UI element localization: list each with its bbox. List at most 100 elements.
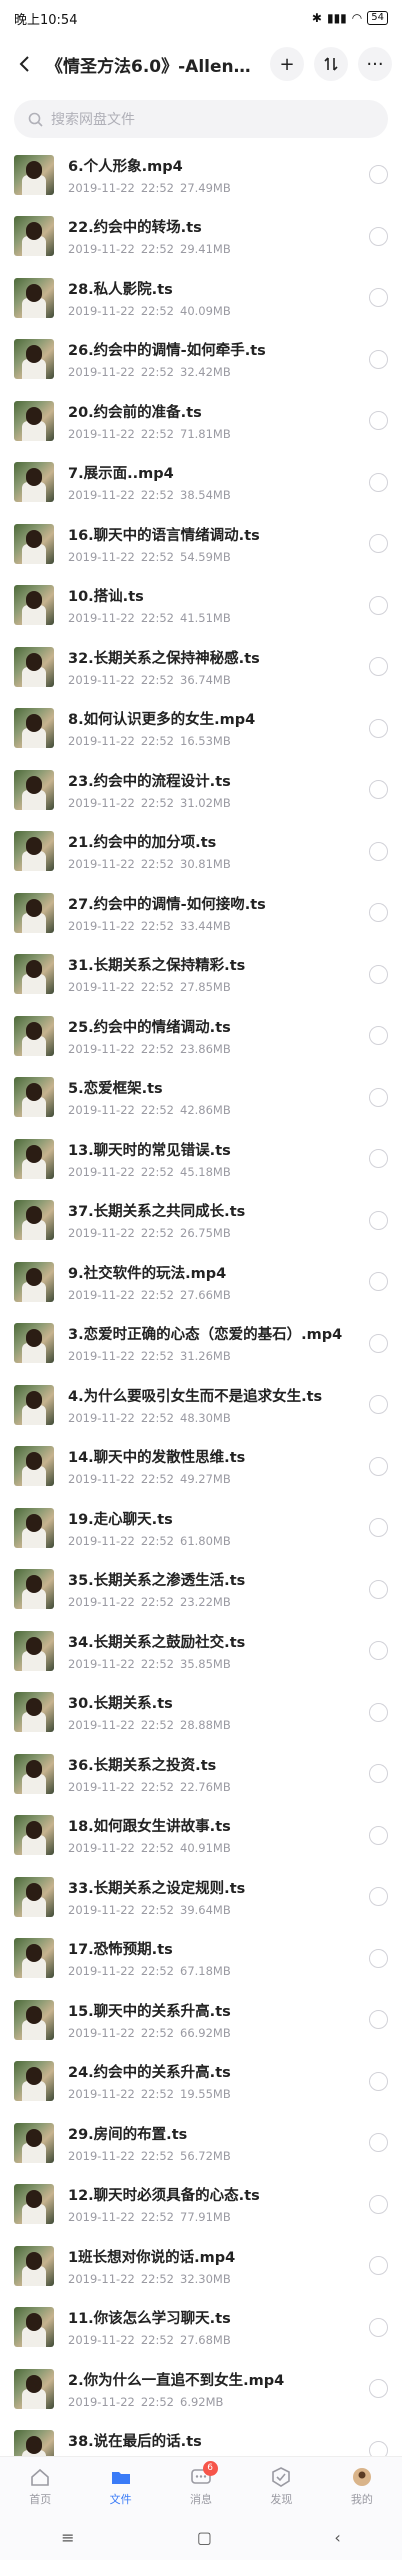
select-checkbox[interactable] [369, 1948, 388, 1968]
menu-nav-icon[interactable]: ≡ [61, 2528, 74, 2547]
select-checkbox[interactable] [369, 534, 388, 554]
select-checkbox[interactable] [369, 2317, 388, 2337]
select-checkbox[interactable] [369, 1149, 388, 1169]
select-checkbox[interactable] [369, 1887, 388, 1907]
tab-folder[interactable]: 文件 [80, 2457, 160, 2515]
file-row[interactable]: 21.约会中的加分项.ts 2019-11-22 22:52 30.81MB [0, 821, 402, 883]
file-row[interactable]: 22.约会中的转场.ts 2019-11-22 22:52 29.41MB [0, 206, 402, 268]
file-size: 27.68MB [180, 2333, 231, 2348]
file-name: 5.恋爱框架.ts [68, 1081, 163, 1098]
select-checkbox[interactable] [369, 1579, 388, 1599]
file-row[interactable]: 16.聊天中的语言情绪调动.ts 2019-11-22 22:52 54.59MB [0, 513, 402, 575]
file-row[interactable]: 18.如何跟女生讲故事.ts 2019-11-22 22:52 40.91MB [0, 1805, 402, 1867]
select-checkbox[interactable] [369, 2133, 388, 2153]
file-row[interactable]: 32.长期关系之保持神秘感.ts 2019-11-22 22:52 36.74MB [0, 636, 402, 698]
select-checkbox[interactable] [369, 1272, 388, 1292]
file-row[interactable]: 4.为什么要吸引女生而不是追求女生.ts 2019-11-22 22:52 48.30… [0, 1374, 402, 1436]
select-checkbox[interactable] [369, 1825, 388, 1845]
file-row[interactable]: 8.如何认识更多的女生.mp4 2019-11-22 22:52 16.53MB [0, 698, 402, 760]
file-row[interactable]: 28.私人影院.ts 2019-11-22 22:52 40.09MB [0, 267, 402, 329]
file-row[interactable]: 9.社交软件的玩法.mp4 2019-11-22 22:52 27.66MB [0, 1251, 402, 1313]
more-button[interactable]: ··· [358, 47, 392, 81]
file-row[interactable]: 1班长想对你说的话.mp4 2019-11-22 22:52 32.30MB [0, 2235, 402, 2297]
file-row[interactable]: 2.你为什么一直追不到女生.mp4 2019-11-22 22:52 6.92MB [0, 2358, 402, 2420]
file-size: 23.22MB [180, 1595, 231, 1610]
add-button[interactable]: + [270, 47, 304, 81]
file-row[interactable]: 12.聊天时必须具备的心态.ts 2019-11-22 22:52 77.91MB [0, 2174, 402, 2236]
select-checkbox[interactable] [369, 2010, 388, 2030]
file-row[interactable]: 25.约会中的情绪调动.ts 2019-11-22 22:52 23.86MB [0, 1005, 402, 1067]
file-row[interactable]: 37.长期关系之共同成长.ts 2019-11-22 22:52 26.75MB [0, 1190, 402, 1252]
file-row[interactable]: 17.恐怖预期.ts 2019-11-22 22:52 67.18MB [0, 1928, 402, 1990]
file-meta: 2019-11-22 22:52 23.22MB [68, 1595, 361, 1609]
file-row[interactable]: 19.走心聊天.ts 2019-11-22 22:52 61.80MB [0, 1497, 402, 1559]
back-button[interactable] [10, 49, 40, 79]
select-checkbox[interactable] [369, 1395, 388, 1415]
file-row[interactable]: 34.长期关系之鼓励社交.ts 2019-11-22 22:52 35.85MB [0, 1620, 402, 1682]
select-checkbox[interactable] [369, 1087, 388, 1107]
select-checkbox[interactable] [369, 1210, 388, 1230]
file-row[interactable]: 6.个人形象.mp4 2019-11-22 22:52 27.49MB [0, 144, 402, 206]
file-row[interactable]: 10.搭讪.ts 2019-11-22 22:52 41.51MB [0, 575, 402, 637]
select-checkbox[interactable] [369, 903, 388, 923]
tab-home[interactable]: 首页 [0, 2457, 80, 2515]
back-nav-icon[interactable]: ‹ [334, 2528, 340, 2547]
select-checkbox[interactable] [369, 226, 388, 246]
select-checkbox[interactable] [369, 595, 388, 615]
home-nav-icon[interactable]: ▢ [197, 2528, 212, 2547]
file-row[interactable]: 11.你该怎么学习聊天.ts 2019-11-22 22:52 27.68MB [0, 2297, 402, 2359]
video-thumbnail [14, 277, 54, 318]
file-row[interactable]: 27.约会中的调情-如何接吻.ts 2019-11-22 22:52 33.44MB [0, 882, 402, 944]
tab-message[interactable]: 消息 6 [161, 2457, 241, 2515]
select-checkbox[interactable] [369, 349, 388, 369]
file-info: 25.约会中的情绪调动.ts 2019-11-22 22:52 23.86MB [68, 1016, 361, 1056]
select-checkbox[interactable] [369, 165, 388, 185]
file-date: 2019-11-22 [68, 1533, 135, 1548]
select-checkbox[interactable] [369, 1333, 388, 1353]
plus-icon: + [279, 53, 295, 75]
file-row[interactable]: 33.长期关系之设定规则.ts 2019-11-22 22:52 39.64MB [0, 1866, 402, 1928]
file-row[interactable]: 30.长期关系.ts 2019-11-22 22:52 28.88MB [0, 1682, 402, 1744]
file-row[interactable]: 26.约会中的调情-如何牵手.ts 2019-11-22 22:52 32.42MB [0, 329, 402, 391]
select-checkbox[interactable] [369, 1026, 388, 1046]
select-checkbox[interactable] [369, 2379, 388, 2399]
select-checkbox[interactable] [369, 718, 388, 738]
file-date: 2019-11-22 [68, 1041, 135, 1056]
file-row[interactable]: 29.房间的布置.ts 2019-11-22 22:52 56.72MB [0, 2112, 402, 2174]
file-row[interactable]: 14.聊天中的发散性思维.ts 2019-11-22 22:52 49.27MB [0, 1436, 402, 1498]
file-row[interactable]: 5.恋爱框架.ts 2019-11-22 22:52 42.86MB [0, 1067, 402, 1129]
select-checkbox[interactable] [369, 2256, 388, 2276]
select-checkbox[interactable] [369, 2194, 388, 2214]
select-checkbox[interactable] [369, 841, 388, 861]
select-checkbox[interactable] [369, 2071, 388, 2091]
file-row[interactable]: 36.长期关系之投资.ts 2019-11-22 22:52 22.76MB [0, 1743, 402, 1805]
tab-profile[interactable]: 我的 [322, 2457, 402, 2515]
file-row[interactable]: 7.展示面..mp4 2019-11-22 22:52 38.54MB [0, 452, 402, 514]
file-row[interactable]: 23.约会中的流程设计.ts 2019-11-22 22:52 31.02MB [0, 759, 402, 821]
select-checkbox[interactable] [369, 1702, 388, 1722]
tab-discover[interactable]: 发现 [241, 2457, 321, 2515]
sort-button[interactable] [314, 47, 348, 81]
file-row[interactable]: 35.长期关系之渗透生活.ts 2019-11-22 22:52 23.22MB [0, 1559, 402, 1621]
select-checkbox[interactable] [369, 288, 388, 308]
select-checkbox[interactable] [369, 411, 388, 431]
file-size: 45.18MB [180, 1164, 231, 1179]
select-checkbox[interactable] [369, 472, 388, 492]
select-checkbox[interactable] [369, 964, 388, 984]
video-thumbnail [14, 400, 54, 441]
file-row[interactable]: 24.约会中的关系升高.ts 2019-11-22 22:52 19.55MB [0, 2051, 402, 2113]
file-row[interactable]: 3.恋爱时正确的心态（恋爱的基石）.mp4 2019-11-22 22:52 31.2… [0, 1313, 402, 1375]
select-checkbox[interactable] [369, 780, 388, 800]
file-row[interactable]: 15.聊天中的关系升高.ts 2019-11-22 22:52 66.92MB [0, 1989, 402, 2051]
file-row[interactable]: 31.长期关系之保持精彩.ts 2019-11-22 22:52 27.85MB [0, 944, 402, 1006]
select-checkbox[interactable] [369, 1518, 388, 1538]
file-size: 28.88MB [180, 1718, 231, 1733]
select-checkbox[interactable] [369, 1456, 388, 1476]
file-size: 35.85MB [180, 1656, 231, 1671]
select-checkbox[interactable] [369, 657, 388, 677]
file-row[interactable]: 13.聊天时的常见错误.ts 2019-11-22 22:52 45.18MB [0, 1128, 402, 1190]
select-checkbox[interactable] [369, 1764, 388, 1784]
select-checkbox[interactable] [369, 1641, 388, 1661]
file-row[interactable]: 20.约会前的准备.ts 2019-11-22 22:52 71.81MB [0, 390, 402, 452]
search-input[interactable]: 搜索网盘文件 [14, 100, 388, 138]
